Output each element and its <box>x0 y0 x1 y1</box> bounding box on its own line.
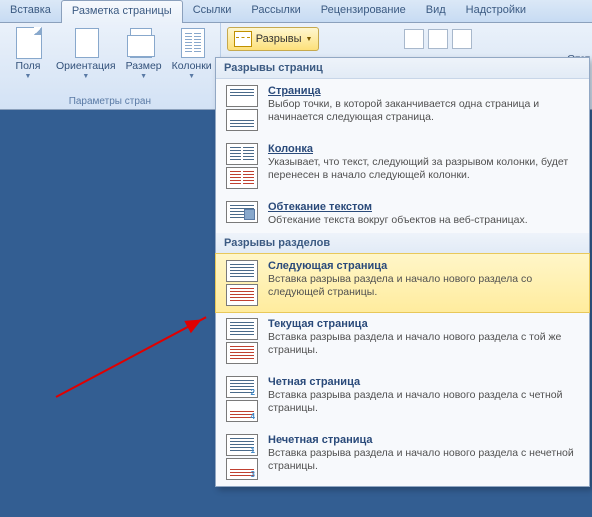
ribbon-tabs: Вставка Разметка страницы Ссылки Рассылк… <box>0 0 592 23</box>
menu-item-text-wrapping[interactable]: Обтекание текстом Обтекание текста вокру… <box>216 195 589 233</box>
orientation-button[interactable]: Ориентация ▼ <box>52 25 120 82</box>
orientation-label: Ориентация <box>56 61 116 72</box>
item-title: Обтекание текстом <box>268 201 581 213</box>
breaks-button[interactable]: Разрывы ▼ <box>227 27 320 51</box>
dropdown-icon: ▼ <box>305 36 312 43</box>
item-title: Нечетная страница <box>268 434 581 446</box>
dropdown-icon: ▼ <box>140 73 147 80</box>
group-label: Параметры стран <box>69 94 151 109</box>
size-icon <box>128 27 160 59</box>
page-breaks-header: Разрывы страниц <box>216 58 589 79</box>
item-desc: Вставка разрыва раздела и начало нового … <box>268 273 581 299</box>
tab-page-layout[interactable]: Разметка страницы <box>61 0 183 23</box>
item-desc: Обтекание текста вокруг объектов на веб-… <box>268 214 581 227</box>
columns-label: Колонки <box>172 61 212 72</box>
breaks-icon <box>234 31 252 47</box>
item-desc: Указывает, что текст, следующий за разры… <box>268 156 581 182</box>
dropdown-icon: ▼ <box>82 73 89 80</box>
page-break-icon <box>224 85 260 131</box>
menu-item-column-break[interactable]: Колонка Указывает, что текст, следующий … <box>216 137 589 195</box>
continuous-icon <box>224 318 260 364</box>
menu-item-odd-page[interactable]: 13 Нечетная страница Вставка разрыва раз… <box>216 428 589 486</box>
menu-item-next-page[interactable]: Следующая страница Вставка разрыва разде… <box>215 253 590 313</box>
size-label: Размер <box>126 61 162 72</box>
tab-review[interactable]: Рецензирование <box>311 0 416 22</box>
odd-page-icon: 13 <box>224 434 260 480</box>
item-desc: Вставка разрыва раздела и начало нового … <box>268 389 581 415</box>
tab-mailings[interactable]: Рассылки <box>241 0 310 22</box>
column-break-icon <box>224 143 260 189</box>
dropdown-icon: ▼ <box>25 73 32 80</box>
tab-addins[interactable]: Надстройки <box>456 0 536 22</box>
tab-view[interactable]: Вид <box>416 0 456 22</box>
tab-links[interactable]: Ссылки <box>183 0 242 22</box>
menu-item-page-break[interactable]: Страница Выбор точки, в которой заканчив… <box>216 79 589 137</box>
page-color-icon[interactable] <box>428 29 448 49</box>
text-wrapping-icon <box>224 201 260 227</box>
page-borders-icon[interactable] <box>452 29 472 49</box>
item-title: Страница <box>268 85 581 97</box>
word-window: Вставка Разметка страницы Ссылки Рассылк… <box>0 0 592 517</box>
menu-item-continuous[interactable]: Текущая страница Вставка разрыва раздела… <box>216 312 589 370</box>
group-page-setup: Поля ▼ Ориентация ▼ Размер ▼ Колонки ▼ <box>0 23 221 109</box>
item-title: Колонка <box>268 143 581 155</box>
margins-button[interactable]: Поля ▼ <box>4 25 52 82</box>
next-page-icon <box>224 260 260 306</box>
even-page-icon: 24 <box>224 376 260 422</box>
section-breaks-header: Разрывы разделов <box>216 233 589 254</box>
watermark-icon[interactable] <box>404 29 424 49</box>
menu-item-even-page[interactable]: 24 Четная страница Вставка разрыва разде… <box>216 370 589 428</box>
tab-insert[interactable]: Вставка <box>0 0 61 22</box>
columns-icon <box>176 27 208 59</box>
margins-icon <box>12 27 44 59</box>
item-desc: Вставка разрыва раздела и начало нового … <box>268 331 581 357</box>
annotation-arrow <box>56 316 207 398</box>
breaks-label: Разрывы <box>256 33 302 45</box>
orientation-icon <box>70 27 102 59</box>
item-desc: Вставка разрыва раздела и начало нового … <box>268 447 581 473</box>
margins-label: Поля <box>16 61 41 72</box>
item-title: Текущая страница <box>268 318 581 330</box>
columns-button[interactable]: Колонки ▼ <box>168 25 216 82</box>
item-title: Следующая страница <box>268 260 581 272</box>
item-title: Четная страница <box>268 376 581 388</box>
misc-icons <box>398 23 478 55</box>
dropdown-icon: ▼ <box>188 73 195 80</box>
item-desc: Выбор точки, в которой заканчивается одн… <box>268 98 581 124</box>
breaks-menu: Разрывы страниц Страница Выбор точки, в … <box>215 57 590 487</box>
size-button[interactable]: Размер ▼ <box>120 25 168 82</box>
